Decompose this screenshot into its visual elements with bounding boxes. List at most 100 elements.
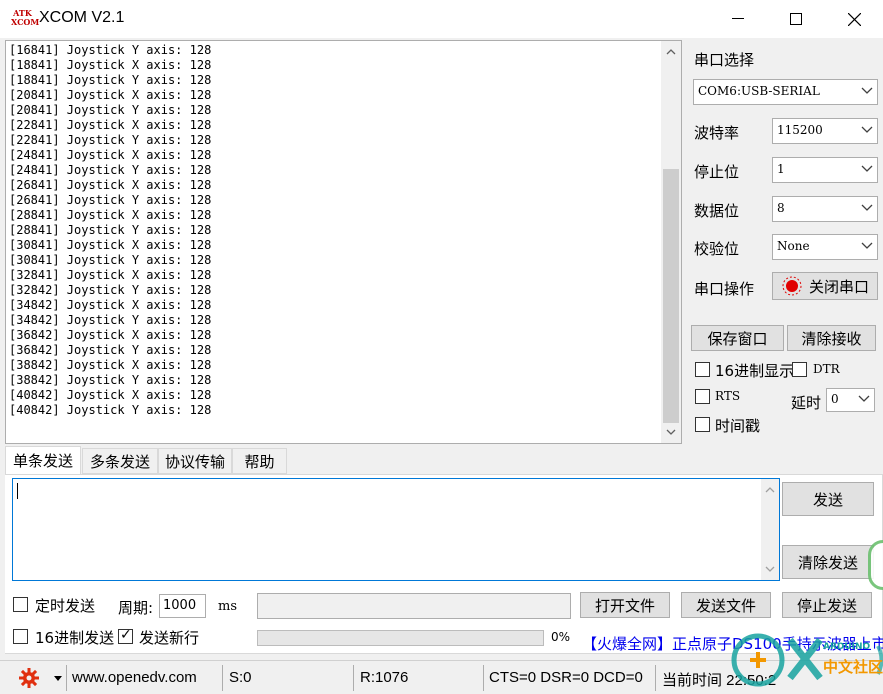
- status-divider: [222, 665, 223, 691]
- receive-line: [30841] Joystick X axis: 128: [9, 238, 212, 252]
- close-icon: [847, 12, 861, 26]
- sent-count: S:0: [229, 669, 252, 686]
- port-status-led-icon: [782, 276, 802, 296]
- window-title: XCOM V2.1: [39, 9, 125, 26]
- receive-line: [28841] Joystick X axis: 128: [9, 208, 212, 222]
- save-window-button[interactable]: 保存窗口: [691, 325, 784, 351]
- title-bar[interactable]: ATK XCOM XCOM V2.1: [0, 0, 883, 38]
- scroll-up-button[interactable]: [661, 43, 681, 61]
- receive-line: [22841] Joystick X axis: 128: [9, 118, 212, 132]
- chevron-down-icon: [765, 566, 775, 572]
- port-select[interactable]: COM6:USB-SERIAL: [693, 79, 878, 105]
- receive-text: [16841] Joystick Y axis: 128 [18841] Joys…: [9, 43, 211, 418]
- send-file-button[interactable]: 发送文件: [681, 592, 771, 618]
- parity-value: None: [777, 239, 810, 253]
- clear-send-button[interactable]: 清除发送: [782, 545, 874, 579]
- dtr-label: DTR: [813, 362, 840, 376]
- dtr-checkbox[interactable]: [792, 362, 807, 377]
- receive-line: [40842] Joystick X axis: 128: [9, 388, 212, 402]
- period-value: 1000: [163, 598, 197, 613]
- tab-help[interactable]: 帮助: [232, 448, 287, 474]
- period-unit: ms: [218, 599, 237, 614]
- rts-checkbox[interactable]: [695, 389, 710, 404]
- receive-line: [32842] Joystick Y axis: 128: [9, 283, 212, 297]
- baud-value: 115200: [777, 123, 823, 137]
- baud-label: 波特率: [694, 124, 740, 142]
- status-divider: [66, 665, 67, 691]
- receive-line: [22841] Joystick Y axis: 128: [9, 133, 212, 147]
- send-newline-checkbox[interactable]: [118, 627, 133, 644]
- chevron-down-icon: [858, 395, 870, 402]
- receive-line: [36842] Joystick X axis: 128: [9, 328, 212, 342]
- port-select-value: COM6:USB-SERIAL: [698, 84, 820, 98]
- open-file-button[interactable]: 打开文件: [580, 592, 670, 618]
- hex-send-checkbox[interactable]: [13, 629, 28, 644]
- period-label: 周期:: [118, 599, 154, 617]
- hex-display-label: 16进制显示: [715, 362, 795, 380]
- close-button[interactable]: [825, 0, 883, 38]
- receive-line: [26841] Joystick X axis: 128: [9, 178, 212, 192]
- tab-single-send[interactable]: 单条发送: [5, 446, 81, 474]
- watermark-text-2: 中文社区: [823, 658, 883, 676]
- receive-line: [36842] Joystick Y axis: 128: [9, 343, 212, 357]
- floating-assistant-icon[interactable]: [868, 540, 883, 590]
- receive-line: [34842] Joystick X axis: 128: [9, 298, 212, 312]
- receive-line: [18841] Joystick Y axis: 128: [9, 73, 212, 87]
- stop-bits-select[interactable]: 1: [772, 157, 878, 183]
- xcom-window: ATK XCOM XCOM V2.1 [16841] Joystick Y ax…: [0, 0, 883, 694]
- data-bits-select[interactable]: 8: [772, 196, 878, 222]
- receive-scrollbar[interactable]: [661, 41, 681, 443]
- period-input[interactable]: 1000: [159, 594, 206, 618]
- send-input[interactable]: [12, 478, 780, 581]
- receive-line: [40842] Joystick Y axis: 128: [9, 403, 212, 417]
- timestamp-label: 时间戳: [715, 417, 761, 435]
- text-cursor: [17, 483, 18, 499]
- clear-receive-button[interactable]: 清除接收: [787, 325, 876, 351]
- receive-line: [32841] Joystick X axis: 128: [9, 268, 212, 282]
- chevron-up-icon: [666, 49, 676, 55]
- receive-line: [26841] Joystick Y axis: 128: [9, 193, 212, 207]
- close-port-button[interactable]: 关闭串口: [772, 272, 878, 300]
- scrollbar-thumb[interactable]: [663, 169, 679, 423]
- progress-percent: 0%: [551, 630, 571, 644]
- tab-protocol[interactable]: 协议传输: [158, 448, 232, 474]
- gear-icon[interactable]: [19, 668, 39, 688]
- maximize-button[interactable]: [767, 0, 825, 38]
- timed-send-checkbox[interactable]: [13, 597, 28, 612]
- parity-label: 校验位: [694, 240, 740, 258]
- send-button[interactable]: 发送: [782, 482, 874, 516]
- scroll-down-button[interactable]: [661, 423, 681, 441]
- chevron-up-icon: [765, 487, 775, 493]
- stop-send-button[interactable]: 停止发送: [782, 592, 872, 618]
- watermark-logo: ARDUINO 中文社区: [728, 628, 883, 694]
- hex-display-checkbox[interactable]: [695, 362, 710, 377]
- chevron-down-icon: [861, 204, 873, 211]
- receive-line: [18841] Joystick X axis: 128: [9, 58, 212, 72]
- chevron-down-icon: [861, 126, 873, 133]
- hex-send-label: 16进制发送: [35, 629, 115, 647]
- parity-select[interactable]: None: [772, 234, 878, 260]
- caret-down-icon[interactable]: [54, 676, 62, 681]
- receive-textarea[interactable]: [16841] Joystick Y axis: 128 [18841] Joys…: [5, 40, 682, 444]
- receive-line: [24841] Joystick Y axis: 128: [9, 163, 212, 177]
- baud-select[interactable]: 115200: [772, 118, 878, 144]
- timed-send-label: 定时发送: [35, 597, 96, 615]
- app-logo-icon: ATK XCOM: [11, 8, 40, 27]
- send-scrollbar[interactable]: [761, 479, 779, 580]
- maximize-icon: [790, 13, 802, 25]
- chevron-down-icon: [861, 242, 873, 249]
- timestamp-checkbox[interactable]: [695, 417, 710, 432]
- received-count: R:1076: [360, 669, 409, 686]
- port-select-label: 串口选择: [694, 51, 755, 69]
- data-bits-value: 8: [777, 201, 785, 215]
- tab-multi-send[interactable]: 多条发送: [82, 448, 158, 474]
- receive-line: [20841] Joystick Y axis: 128: [9, 103, 212, 117]
- stop-bits-value: 1: [777, 162, 785, 176]
- receive-line: [28841] Joystick Y axis: 128: [9, 223, 212, 237]
- website-label[interactable]: www.openedv.com: [72, 669, 197, 686]
- minimize-button[interactable]: [709, 0, 767, 38]
- chevron-down-icon: [861, 165, 873, 172]
- delay-select[interactable]: 0: [826, 388, 875, 412]
- send-newline-label: 发送新行: [139, 629, 200, 647]
- file-path-input[interactable]: [257, 593, 571, 619]
